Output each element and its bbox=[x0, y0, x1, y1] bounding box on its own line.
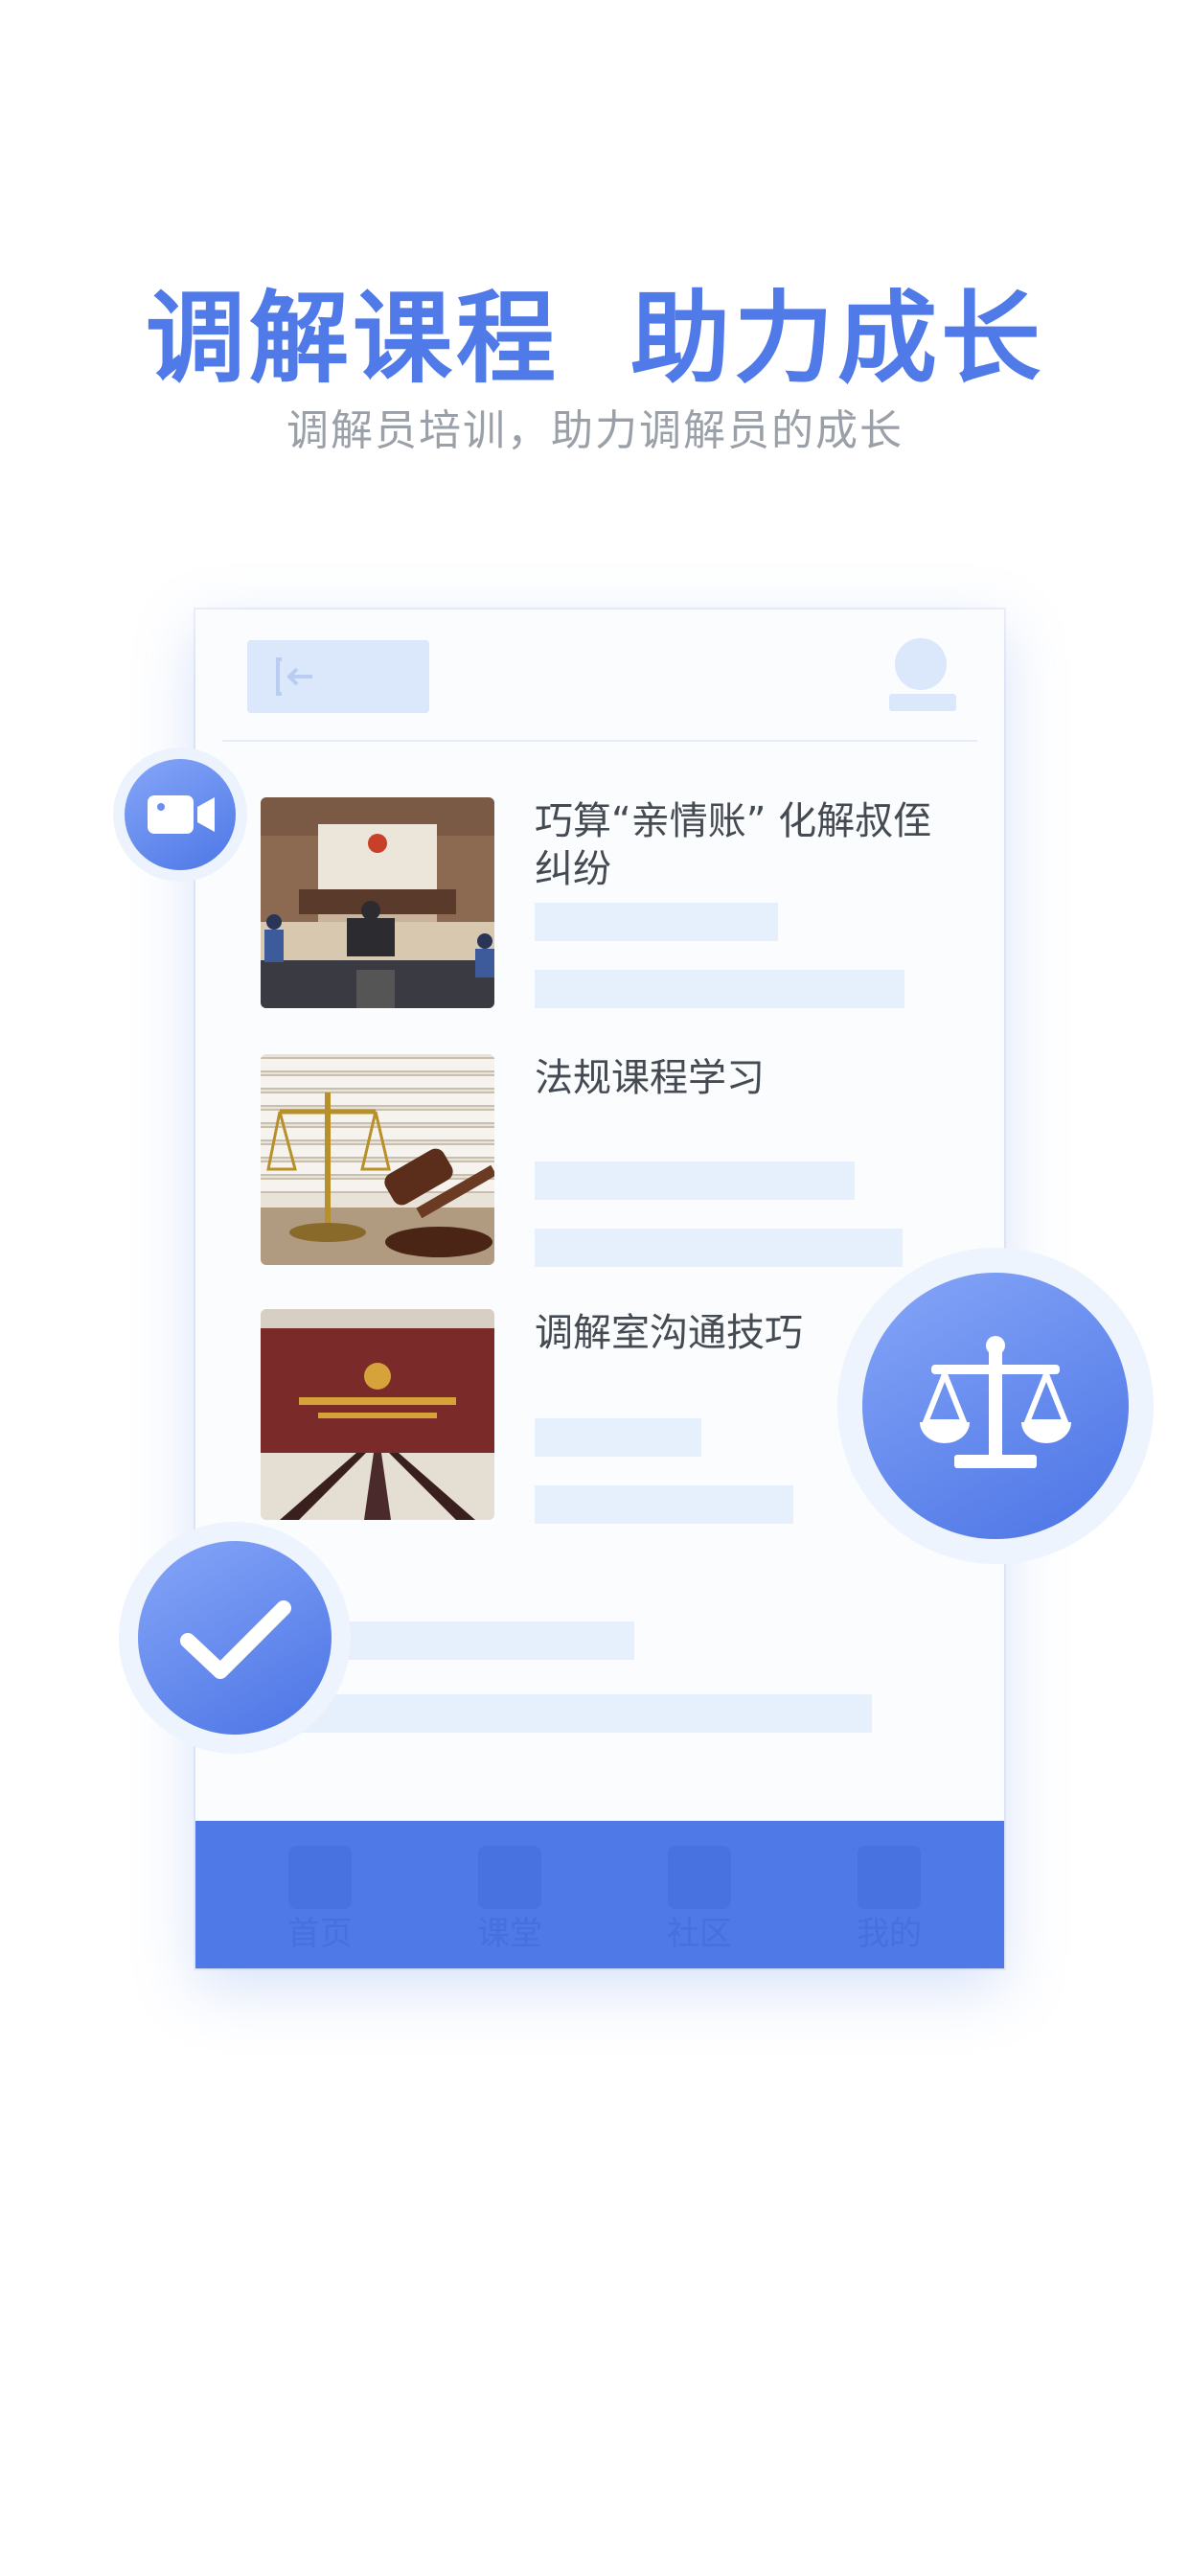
placeholder-line bbox=[261, 1694, 872, 1733]
tab-label: 社区 bbox=[667, 1915, 732, 1953]
check-badge bbox=[119, 1522, 351, 1754]
tab-mine[interactable]: 我的 bbox=[851, 1846, 927, 1953]
headline: 调解课程 助力成长 bbox=[0, 276, 1190, 401]
placeholder-line bbox=[535, 1229, 903, 1267]
placeholder-line bbox=[535, 1162, 855, 1200]
course-item[interactable]: 法规课程学习 bbox=[261, 1054, 975, 1267]
courtroom-photo bbox=[261, 797, 494, 1008]
avatar-body bbox=[889, 694, 956, 711]
tab-label: 我的 bbox=[857, 1915, 922, 1953]
tab-home[interactable]: 首页 bbox=[282, 1846, 358, 1953]
gavel-scales-books-photo bbox=[261, 1054, 494, 1265]
classroom-icon bbox=[478, 1846, 541, 1909]
tab-label: 首页 bbox=[287, 1915, 353, 1953]
tab-label: 课堂 bbox=[477, 1915, 542, 1953]
headline-part1: 调解课程 bbox=[145, 280, 560, 397]
header-divider bbox=[222, 740, 977, 742]
course-title: 巧算“亲情账” 化解叔侄纠纷 bbox=[535, 799, 932, 891]
placeholder-line bbox=[535, 903, 778, 941]
placeholder-line bbox=[535, 970, 904, 1008]
placeholder-line bbox=[535, 1418, 701, 1457]
balance-scale-icon bbox=[920, 1336, 1071, 1468]
placeholder-line bbox=[320, 1622, 634, 1660]
tab-community[interactable]: 社区 bbox=[661, 1846, 738, 1953]
headline-part2: 助力成长 bbox=[630, 280, 1045, 397]
course-title: 法规课程学习 bbox=[535, 1056, 765, 1100]
back-arrow-icon bbox=[276, 657, 312, 696]
checkmark-icon bbox=[180, 1600, 291, 1679]
profile-icon bbox=[858, 1846, 921, 1909]
back-button[interactable] bbox=[247, 640, 429, 713]
tab-classroom[interactable]: 课堂 bbox=[471, 1846, 548, 1953]
community-icon bbox=[668, 1846, 731, 1909]
subtitle: 调解员培训，助力调解员的成长 bbox=[286, 406, 904, 455]
course-item[interactable]: 巧算“亲情账” 化解叔侄纠纷 bbox=[261, 797, 975, 1010]
placeholder-line bbox=[535, 1485, 793, 1524]
home-icon bbox=[288, 1846, 352, 1909]
video-badge bbox=[113, 748, 247, 882]
avatar[interactable] bbox=[895, 638, 947, 690]
mediation-room-photo bbox=[261, 1309, 494, 1520]
tab-bar: 首页 课堂 社区 我的 bbox=[195, 1821, 1004, 1968]
video-camera-icon bbox=[148, 795, 215, 834]
scale-badge bbox=[837, 1248, 1154, 1564]
